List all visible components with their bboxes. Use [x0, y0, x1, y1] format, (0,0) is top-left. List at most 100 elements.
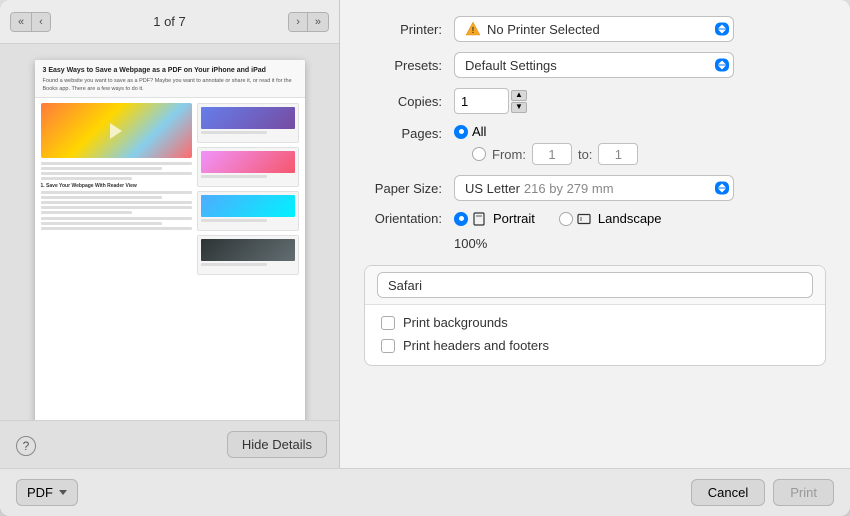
card-line	[201, 263, 266, 266]
first-prev-nav[interactable]: « ‹	[10, 12, 51, 32]
svg-text:!: !	[472, 26, 475, 35]
paper-size-select[interactable]: US Letter 216 by 279 mm	[454, 175, 734, 201]
preview-panel: « ‹ 1 of 7 › » 3 Easy Ways to Save a Web…	[0, 0, 340, 468]
pages-all-radio[interactable]	[454, 125, 468, 139]
text-line	[41, 222, 162, 225]
copies-row: Copies: ▲ ▼	[364, 88, 826, 114]
pdf-button[interactable]: PDF	[16, 479, 78, 506]
pages-from-input[interactable]	[532, 143, 572, 165]
wp-text-block-3	[41, 217, 193, 230]
chevron-down-icon	[800, 285, 808, 289]
pages-all-label: All	[472, 124, 486, 139]
page-indicator: 1 of 7	[69, 14, 270, 29]
warning-icon: !	[465, 21, 481, 37]
wp-card-4	[197, 235, 298, 275]
landscape-label: Landscape	[598, 211, 662, 226]
orientation-row: Orientation: Portrait	[364, 211, 826, 226]
chevron-up-icon	[718, 25, 726, 29]
portrait-option[interactable]: Portrait	[454, 211, 535, 226]
print-headers-checkbox[interactable]	[381, 339, 395, 353]
print-button[interactable]: Print	[773, 479, 834, 506]
chevron-up-icon	[718, 184, 726, 188]
print-headers-label: Print headers and footers	[403, 338, 549, 353]
presets-label: Presets:	[364, 58, 454, 73]
card-image-3	[201, 195, 294, 217]
copies-stepper: ▲ ▼	[511, 90, 527, 113]
paper-size-control: US Letter 216 by 279 mm	[454, 175, 826, 201]
printer-row: Printer: ! No Printer Selected	[364, 16, 826, 42]
safari-stepper-icon	[800, 281, 808, 289]
next-last-nav[interactable]: › »	[288, 12, 329, 32]
wp-card-3	[197, 191, 298, 231]
text-line	[41, 217, 193, 220]
card-line	[201, 219, 266, 222]
pages-from-to-row: From: to:	[472, 143, 638, 165]
portrait-radio[interactable]	[454, 212, 468, 226]
paper-size-note: 216 by 279 mm	[524, 181, 614, 196]
wp-right-col	[197, 103, 298, 420]
printer-control: ! No Printer Selected	[454, 16, 826, 42]
first-page-button[interactable]: «	[11, 13, 32, 31]
webpage-preview: 3 Easy Ways to Save a Webpage as a PDF o…	[35, 60, 305, 420]
copies-control: ▲ ▼	[454, 88, 826, 114]
preview-page: 3 Easy Ways to Save a Webpage as a PDF o…	[35, 60, 305, 420]
pdf-chevron-icon	[59, 490, 67, 495]
card-line	[201, 131, 266, 134]
hide-details-button[interactable]: Hide Details	[227, 431, 327, 458]
next-page-button[interactable]: ›	[289, 13, 308, 31]
copies-decrement-button[interactable]: ▼	[511, 102, 527, 113]
scale-control: 100%	[454, 236, 826, 251]
copies-increment-button[interactable]: ▲	[511, 90, 527, 101]
presets-control: Default Settings	[454, 52, 826, 78]
paper-size-value: US Letter	[465, 181, 520, 196]
print-backgrounds-row[interactable]: Print backgrounds	[381, 315, 809, 330]
printer-stepper-icon	[715, 23, 729, 36]
presets-select[interactable]: Default Settings	[454, 52, 734, 78]
print-backgrounds-checkbox[interactable]	[381, 316, 395, 330]
printer-select[interactable]: ! No Printer Selected	[454, 16, 734, 42]
last-page-button[interactable]: »	[308, 13, 328, 31]
cancel-button[interactable]: Cancel	[691, 479, 765, 506]
card-image-4	[201, 239, 294, 261]
pages-row: Pages: All From: to:	[364, 124, 826, 165]
wp-card-1	[197, 103, 298, 143]
wp-section-1-title: 1. Save Your Webpage With Reader View	[41, 183, 193, 189]
safari-app-select[interactable]: Safari	[377, 272, 813, 298]
text-line	[41, 206, 193, 209]
safari-header: Safari	[365, 266, 825, 305]
wp-article-subtitle: Found a website you want to save as a PD…	[43, 78, 297, 93]
copies-input[interactable]	[454, 88, 509, 114]
pages-label: Pages:	[364, 124, 454, 141]
paper-size-label: Paper Size:	[364, 181, 454, 196]
dialog-footer: PDF Cancel Print	[0, 468, 850, 516]
prev-page-button[interactable]: ‹	[32, 13, 50, 31]
help-button[interactable]: ?	[16, 436, 36, 456]
pages-from-label: From:	[492, 147, 526, 162]
safari-options: Print backgrounds Print headers and foot…	[365, 305, 825, 365]
text-line	[41, 191, 193, 194]
wp-text-block-2	[41, 191, 193, 214]
pages-range-radio[interactable]	[472, 147, 486, 161]
chevron-down-icon	[718, 189, 726, 193]
printer-label: Printer:	[364, 22, 454, 37]
safari-app-value: Safari	[388, 278, 422, 293]
safari-section: Safari Print backgrounds Print h	[364, 265, 826, 366]
print-headers-row[interactable]: Print headers and footers	[381, 338, 809, 353]
scale-row: 100%	[364, 236, 826, 251]
chevron-down-icon	[718, 30, 726, 34]
pages-all-option[interactable]: All	[454, 124, 486, 139]
pages-to-input[interactable]	[598, 143, 638, 165]
text-line	[41, 172, 193, 175]
landscape-radio[interactable]	[559, 212, 573, 226]
pages-to-label: to:	[578, 147, 592, 162]
presets-value: Default Settings	[465, 58, 557, 73]
text-line	[41, 211, 132, 214]
landscape-icon	[577, 212, 591, 226]
landscape-option[interactable]: Landscape	[559, 211, 662, 226]
presets-stepper-icon	[715, 59, 729, 72]
settings-panel: Printer: ! No Printer Selected	[340, 0, 850, 468]
card-image-1	[201, 107, 294, 129]
printer-value: No Printer Selected	[487, 22, 600, 37]
text-line	[41, 162, 193, 165]
presets-row: Presets: Default Settings	[364, 52, 826, 78]
